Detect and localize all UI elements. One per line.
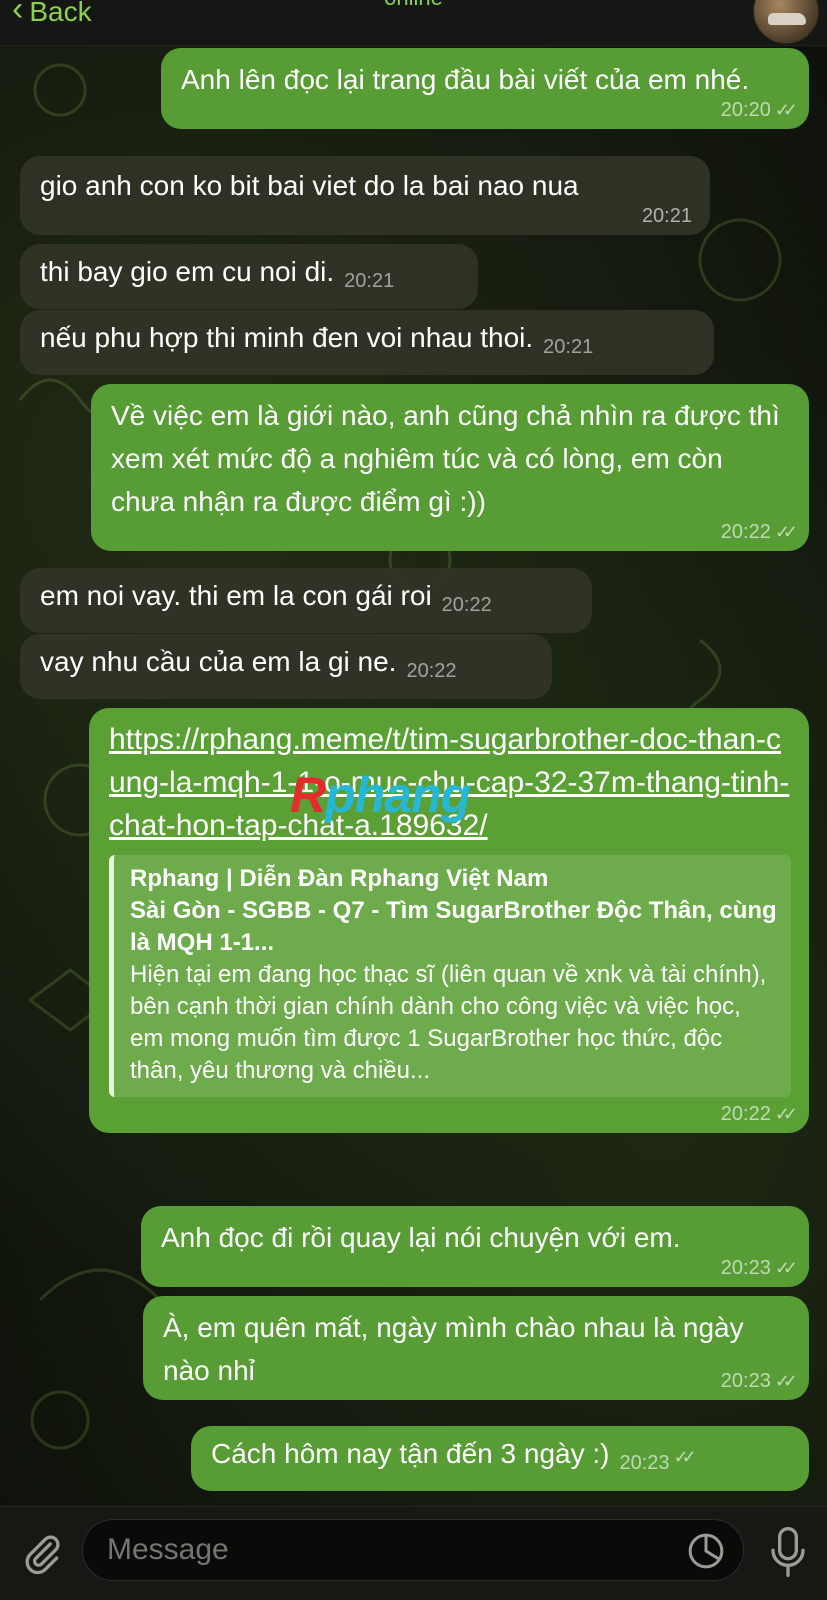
message-text: vay nhu cầu của em la gi ne. [40, 646, 397, 677]
message-time: 20:21 [641, 205, 692, 227]
message-meta: 20:22 ✓✓ [111, 521, 798, 543]
message-bubble-outgoing[interactable]: Về việc em là giới nào, anh cũng chả nhì… [91, 384, 809, 551]
message-meta: 20:22 ✓✓ [109, 1103, 798, 1125]
link-preview-title: Sài Gòn - SGBB - Q7 - Tìm SugarBrother Đ… [130, 897, 777, 956]
message-text: Về việc em là giới nào, anh cũng chả nhì… [111, 400, 780, 517]
message-meta: 20:23 ✓✓ [163, 1370, 798, 1392]
message-link[interactable]: https://rphang.meme/t/tim-sugarbrother-d… [109, 718, 791, 847]
microphone-icon[interactable] [768, 1525, 808, 1579]
paperclip-icon[interactable] [20, 1529, 64, 1579]
message-bubble-incoming[interactable]: nếu phu hợp thi minh đen voi nhau thoi. 2… [20, 310, 714, 375]
sticker-icon[interactable] [686, 1531, 726, 1571]
message-bubble-outgoing[interactable]: Anh lên đọc lại trang đầu bài viết của e… [161, 48, 809, 129]
message-time: 20:21 [543, 336, 594, 358]
message-input[interactable] [82, 1519, 744, 1581]
message-bubble-incoming[interactable]: thi bay gio em cu noi di. 20:21 [20, 244, 478, 309]
message-input-bar [0, 1506, 827, 1600]
message-text: Cách hôm nay tận đến 3 ngày :) [211, 1438, 610, 1469]
avatar[interactable] [753, 0, 819, 44]
message-time: 20:22 [720, 1103, 771, 1125]
message-meta: 20:23 ✓✓ [161, 1257, 798, 1279]
message-meta: 20:20 ✓✓ [181, 99, 798, 121]
message-bubble-outgoing[interactable]: Anh đọc đi rồi quay lại nói chuyện với e… [141, 1206, 809, 1287]
read-receipt-icon: ✓✓ [774, 1258, 798, 1278]
message-text: gio anh con ko bit bai viet do la bai na… [40, 170, 579, 201]
message-time: 20:22 [406, 660, 457, 682]
message-text: nếu phu hợp thi minh đen voi nhau thoi. [40, 322, 534, 353]
message-time: 20:22 [441, 594, 492, 616]
message-time: 20:22 [720, 521, 771, 543]
read-receipt-icon: ✓✓ [774, 100, 798, 120]
message-bubble-outgoing-link[interactable]: https://rphang.meme/t/tim-sugarbrother-d… [89, 708, 809, 1133]
link-preview[interactable]: Rphang | Diễn Đàn Rphang Việt Nam Sài Gò… [109, 855, 791, 1097]
message-text: Anh đọc đi rồi quay lại nói chuyện với e… [161, 1222, 681, 1253]
message-text: thi bay gio em cu noi di. [40, 256, 335, 287]
message-time: 20:21 [344, 270, 395, 292]
message-bubble-incoming[interactable]: vay nhu cầu của em la gi ne. 20:22 [20, 634, 552, 699]
message-text: Anh lên đọc lại trang đầu bài viết của e… [181, 64, 750, 95]
contact-status: online [0, 0, 827, 11]
message-meta: 20:21 [40, 205, 692, 227]
message-bubble-incoming[interactable]: gio anh con ko bit bai viet do la bai na… [20, 156, 710, 235]
message-bubble-outgoing[interactable]: Cách hôm nay tận đến 3 ngày :) 20:23 ✓✓ [191, 1426, 809, 1491]
read-receipt-icon: ✓✓ [673, 1447, 697, 1467]
message-time: 20:20 [720, 99, 771, 121]
read-receipt-icon: ✓✓ [774, 522, 798, 542]
read-receipt-icon: ✓✓ [774, 1104, 798, 1124]
read-receipt-icon: ✓✓ [774, 1371, 798, 1391]
message-time: 20:23 [619, 1452, 670, 1474]
message-bubble-incoming[interactable]: em noi vay. thi em la con gái roi 20:22 [20, 568, 592, 633]
message-time: 20:23 [720, 1257, 771, 1279]
chat-header: ‹ Back online [0, 0, 827, 46]
message-list: Anh lên đọc lại trang đầu bài viết của e… [0, 46, 827, 1506]
link-preview-site: Rphang | Diễn Đàn Rphang Việt Nam [130, 865, 549, 892]
link-preview-description: Hiện tại em đang học thạc sĩ (liên quan … [130, 961, 767, 1084]
message-bubble-outgoing[interactable]: À, em quên mất, ngày mình chào nhau là n… [143, 1296, 809, 1400]
contact-info[interactable]: online [0, 0, 827, 11]
message-time: 20:23 [720, 1370, 771, 1392]
message-text: em noi vay. thi em la con gái roi [40, 580, 432, 611]
